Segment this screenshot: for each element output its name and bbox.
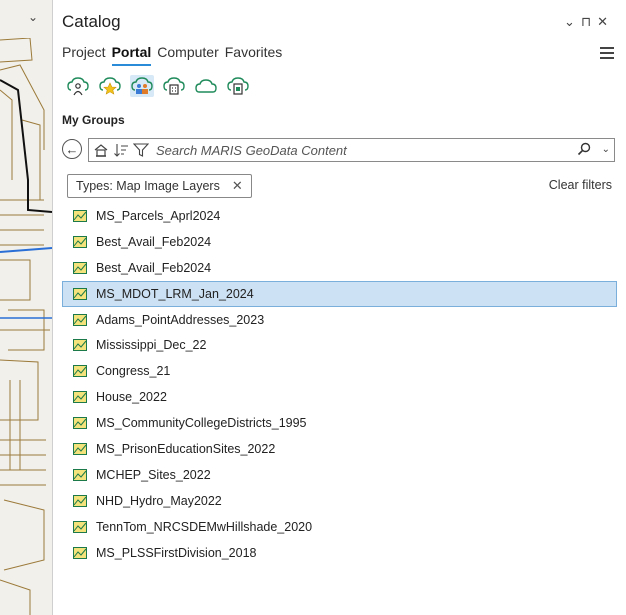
map-image-layer-icon [73, 235, 87, 248]
catalog-pane: Catalog ⌄⊓✕ Project Portal Computer Favo… [53, 0, 626, 615]
list-item[interactable]: Best_Avail_Feb2024 [62, 229, 617, 255]
browse-toolbar: ← ⌄ [62, 138, 617, 162]
list-item-label: MS_Parcels_Aprl2024 [96, 208, 221, 223]
map-image-layer-icon [73, 313, 87, 326]
map-image-layer-icon [73, 417, 87, 430]
list-item-label: Congress_21 [96, 364, 171, 379]
list-item-label: Best_Avail_Feb2024 [96, 234, 212, 249]
my-organization-icon[interactable] [162, 75, 186, 97]
pane-options-chevron-icon[interactable]: ⌄ [564, 14, 581, 29]
map-image-layer-icon [73, 209, 87, 222]
list-item-label: House_2022 [96, 390, 167, 405]
search-icon[interactable] [576, 141, 592, 157]
catalog-tabs: Project Portal Computer Favorites [62, 42, 282, 66]
map-image-layer-icon [73, 365, 87, 378]
map-image-layer-icon [73, 494, 87, 507]
list-item[interactable]: House_2022 [62, 384, 617, 410]
filter-chip-label: Types: Map Image Layers [76, 179, 220, 193]
list-item-label: Mississippi_Dec_22 [96, 338, 207, 353]
list-item-label: Adams_PointAddresses_2023 [96, 312, 265, 327]
map-image-layer-icon [73, 287, 87, 300]
list-item[interactable]: MS_PrisonEducationSites_2022 [62, 436, 617, 462]
map-image-layer-icon [73, 546, 87, 559]
map-image-layer-icon [73, 261, 87, 274]
list-item[interactable]: Best_Avail_Feb2024 [62, 255, 617, 281]
pane-controls: ⌄⊓✕ [564, 14, 614, 30]
hamburger-menu-icon[interactable] [600, 44, 614, 62]
search-input[interactable] [156, 141, 536, 159]
list-item[interactable]: MS_CommunityCollegeDistricts_1995 [62, 410, 617, 436]
filter-chip[interactable]: Types: Map Image Layers ✕ [67, 174, 252, 198]
pin-icon[interactable]: ⊓ [581, 14, 597, 29]
list-item-label: MS_CommunityCollegeDistricts_1995 [96, 416, 307, 431]
sort-icon[interactable] [113, 142, 129, 158]
list-item[interactable]: MS_Parcels_Aprl2024 [62, 203, 617, 229]
section-title: My Groups [62, 113, 125, 127]
list-item[interactable]: MCHEP_Sites_2022 [62, 462, 617, 488]
remove-filter-icon[interactable]: ✕ [232, 178, 243, 194]
map-image-layer-icon [73, 391, 87, 404]
home-folder-icon[interactable] [93, 142, 109, 158]
list-item-label: TennTom_NRCSDEMwHillshade_2020 [96, 519, 313, 534]
filter-row: Types: Map Image Layers ✕ Clear filters [67, 174, 612, 198]
pane-title-bar: Catalog ⌄⊓✕ [53, 10, 626, 36]
list-item-label: NHD_Hydro_May2022 [96, 493, 222, 508]
list-item-label: MCHEP_Sites_2022 [96, 467, 211, 482]
list-item-label: MS_MDOT_LRM_Jan_2024 [96, 286, 254, 301]
list-item-label: MS_PLSSFirstDivision_2018 [96, 545, 257, 560]
search-box: ⌄ [88, 138, 615, 162]
pane-title: Catalog [62, 12, 121, 31]
my-content-icon[interactable] [66, 75, 90, 97]
list-item[interactable]: Mississippi_Dec_22 [62, 332, 617, 358]
collapse-chevron-icon[interactable]: ⌄ [28, 10, 38, 24]
tab-portal[interactable]: Portal [111, 42, 152, 66]
close-icon[interactable]: ✕ [597, 14, 614, 29]
tab-computer[interactable]: Computer [157, 42, 218, 66]
filter-icon[interactable] [133, 142, 149, 158]
living-atlas-icon[interactable] [226, 75, 250, 97]
list-item[interactable]: TennTom_NRCSDEMwHillshade_2020 [62, 514, 617, 540]
list-item[interactable]: MS_MDOT_LRM_Jan_2024 [62, 280, 617, 307]
search-options-chevron-icon[interactable]: ⌄ [602, 144, 610, 155]
list-item[interactable]: NHD_Hydro_May2022 [62, 488, 617, 514]
item-list: MS_Parcels_Aprl2024 Best_Avail_Feb2024 B… [62, 203, 617, 565]
back-button[interactable]: ← [62, 139, 82, 159]
map-image-layer-icon [73, 442, 87, 455]
list-item[interactable]: MS_PLSSFirstDivision_2018 [62, 540, 617, 566]
list-item-label: Best_Avail_Feb2024 [96, 260, 212, 275]
portal-icon-bar [66, 75, 250, 97]
map-image-layer-icon [73, 339, 87, 352]
list-item[interactable]: Congress_21 [62, 358, 617, 384]
tab-project[interactable]: Project [62, 42, 106, 66]
arrow-left-icon: ← [65, 141, 79, 157]
tab-favorites[interactable]: Favorites [225, 42, 283, 66]
my-favorites-icon[interactable] [98, 75, 122, 97]
map-view[interactable]: ⌄ [0, 0, 53, 615]
map-image-layer-icon [73, 520, 87, 533]
map-canvas [0, 24, 52, 615]
clear-filters-button[interactable]: Clear filters [549, 178, 612, 192]
map-image-layer-icon [73, 468, 87, 481]
list-item-label: MS_PrisonEducationSites_2022 [96, 441, 276, 456]
arcgis-online-icon[interactable] [194, 75, 218, 97]
list-item[interactable]: Adams_PointAddresses_2023 [62, 307, 617, 333]
my-groups-icon[interactable] [130, 75, 154, 97]
